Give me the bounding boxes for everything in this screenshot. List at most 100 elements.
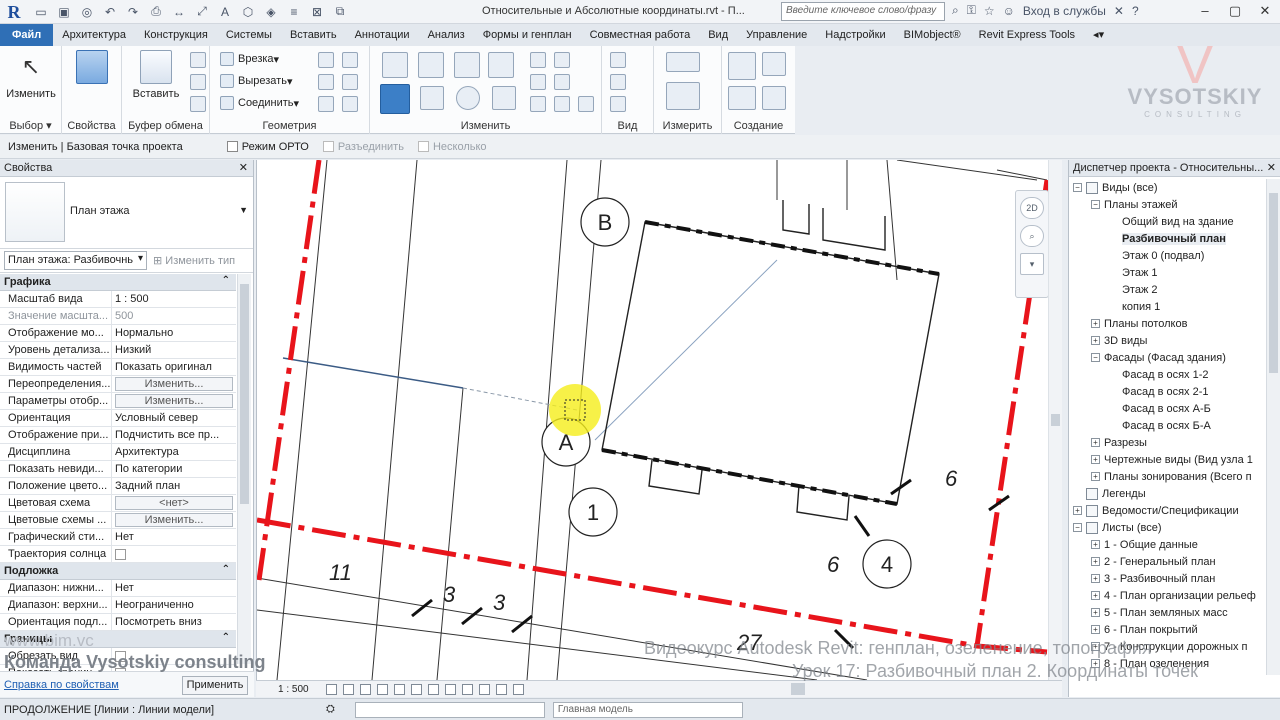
browser-node[interactable]: Фасад в осях А-Б	[1069, 400, 1267, 417]
instance-selector[interactable]: План этажа: Разбивочнь	[4, 251, 147, 270]
shadows-icon[interactable]	[377, 683, 388, 695]
reveal-hidden-icon[interactable]	[462, 683, 473, 695]
property-value[interactable]: Изменить...	[112, 376, 236, 392]
property-edit-button[interactable]: <нет>	[115, 496, 233, 510]
align-icon[interactable]	[382, 52, 408, 78]
property-value[interactable]: Изменить...	[112, 393, 236, 409]
linework-icon[interactable]	[610, 96, 626, 112]
demolish-icon[interactable]	[342, 74, 358, 90]
property-value[interactable]: По категории	[112, 461, 236, 477]
paint-icon[interactable]	[318, 74, 334, 90]
worksets-icon[interactable]: ⛭	[326, 703, 335, 716]
print-icon[interactable]: ⎙	[146, 3, 166, 21]
tab-massing-site[interactable]: Формы и генплан	[474, 24, 581, 46]
unjoin-icon[interactable]	[318, 96, 334, 112]
property-value[interactable]: Условный север	[112, 410, 236, 426]
3d-view-icon[interactable]: ⬡	[238, 3, 258, 21]
browser-node[interactable]: Фасад в осях 1-2	[1069, 366, 1267, 383]
browser-node[interactable]: Легенды	[1069, 485, 1267, 502]
analytical-model-icon[interactable]	[479, 683, 490, 695]
property-value[interactable]: Подчистить все пр...	[112, 427, 236, 443]
trim-icon[interactable]	[492, 86, 516, 110]
ortho-checkbox[interactable]: Режим ОРТО	[226, 141, 309, 153]
sun-path-icon[interactable]	[360, 683, 371, 695]
apply-button[interactable]: Применить	[182, 676, 248, 695]
selected-line[interactable]	[282, 357, 464, 389]
property-value[interactable]: Задний план	[112, 478, 236, 494]
measure-icon[interactable]: ↔	[169, 3, 189, 21]
show-crop-icon[interactable]	[411, 683, 422, 695]
copy-icon[interactable]	[190, 74, 206, 90]
browser-node[interactable]: + Ведомости/Спецификации	[1069, 502, 1267, 519]
browser-node[interactable]: +3 - Разбивочный план	[1069, 570, 1267, 587]
browser-node[interactable]: − Фасады (Фасад здания)	[1069, 349, 1267, 366]
browser-node[interactable]: − Виды (все)	[1069, 179, 1267, 196]
create-group-icon[interactable]	[728, 86, 756, 110]
close-icon[interactable]: ✕	[1264, 161, 1276, 174]
hammer-icon[interactable]	[342, 96, 358, 112]
expand-icon[interactable]: +	[1091, 472, 1100, 481]
browser-node[interactable]: + Планы потолков	[1069, 315, 1267, 332]
array-icon[interactable]	[530, 74, 546, 90]
tab-annotate[interactable]: Аннотации	[346, 24, 419, 46]
property-value[interactable]: Низкий	[112, 342, 236, 358]
design-option-selector[interactable]: Главная модель	[552, 701, 743, 718]
undo-icon[interactable]: ↶	[100, 3, 120, 21]
minimize-icon[interactable]: –	[1190, 0, 1220, 22]
help-icon[interactable]: ?	[1132, 4, 1139, 18]
property-value[interactable]: Нет	[112, 580, 236, 596]
browser-scrollbar[interactable]	[1266, 179, 1280, 675]
close-hidden-icon[interactable]: ⊠	[307, 3, 327, 21]
steering-wheel-icon[interactable]: 2D	[1020, 197, 1044, 219]
tab-analyze[interactable]: Анализ	[419, 24, 474, 46]
subscription-icon[interactable]: ⚿	[967, 3, 976, 18]
mirror-axis-icon[interactable]	[454, 52, 480, 78]
section-icon[interactable]: ◈	[261, 3, 281, 21]
close-icon[interactable]: ✕	[1250, 0, 1280, 22]
keyword-search-input[interactable]: Введите ключевое слово/фразу	[781, 2, 945, 21]
property-edit-button[interactable]: Изменить...	[115, 394, 233, 408]
collapse-icon[interactable]: −	[1091, 353, 1100, 362]
navbar-options-icon[interactable]: ▾	[1020, 253, 1044, 275]
property-value[interactable]: Изменить...	[112, 512, 236, 528]
property-value[interactable]	[112, 546, 236, 562]
move-icon[interactable]	[380, 84, 410, 114]
property-value[interactable]: Нормально	[112, 325, 236, 341]
redo-icon[interactable]: ↷	[123, 3, 143, 21]
mirror-draw-icon[interactable]	[488, 52, 514, 78]
collapse-chevron-icon[interactable]: ⌃	[222, 564, 230, 575]
collapse-icon[interactable]: −	[1073, 523, 1082, 532]
multiple-checkbox[interactable]: Несколько	[417, 141, 487, 153]
browser-node[interactable]: +2 - Генеральный план	[1069, 553, 1267, 570]
app-logo-button[interactable]: R	[3, 1, 25, 23]
join-button[interactable]: Соединить ▾	[220, 96, 299, 110]
expand-icon[interactable]: +	[1091, 540, 1100, 549]
property-value[interactable]: Посмотреть вниз	[112, 614, 236, 630]
properties-scrollbar[interactable]	[237, 274, 251, 664]
tab-bimobject[interactable]: BIMobject®	[895, 24, 970, 46]
drawing-canvas[interactable]: B A 1 4 11 3 3 27 6 6 2D ⌕ ▾	[256, 160, 1062, 680]
text-icon[interactable]: A	[215, 3, 235, 21]
save-icon[interactable]: ▣	[54, 3, 74, 21]
exchange-icon[interactable]: ✕	[1114, 4, 1124, 18]
browser-node[interactable]: − Листы (все)	[1069, 519, 1267, 536]
property-value[interactable]: Показать оригинал	[112, 359, 236, 375]
browser-node[interactable]: +1 - Общие данные	[1069, 536, 1267, 553]
copy-element-icon[interactable]	[420, 86, 444, 110]
aligned-dimension-icon[interactable]: ⤢	[192, 3, 212, 21]
detail-level-icon[interactable]	[326, 683, 337, 695]
tab-insert[interactable]: Вставить	[281, 24, 346, 46]
browser-node[interactable]: копия 1	[1069, 298, 1267, 315]
properties-button[interactable]	[64, 50, 120, 88]
collapse-chevron-icon[interactable]: ⌃	[222, 275, 230, 286]
sync-icon[interactable]: ◎	[77, 3, 97, 21]
browser-node[interactable]: − Планы этажей	[1069, 196, 1267, 213]
browser-scroll-thumb[interactable]	[1269, 193, 1278, 373]
binoculars-icon[interactable]: ⌕	[952, 3, 959, 18]
property-value[interactable]: Нет	[112, 529, 236, 545]
rotate-icon[interactable]	[456, 86, 480, 110]
create-assembly-icon[interactable]	[728, 52, 756, 80]
tab-architecture[interactable]: Архитектура	[53, 24, 135, 46]
tab-manage[interactable]: Управление	[737, 24, 816, 46]
expand-icon[interactable]: +	[1091, 319, 1100, 328]
